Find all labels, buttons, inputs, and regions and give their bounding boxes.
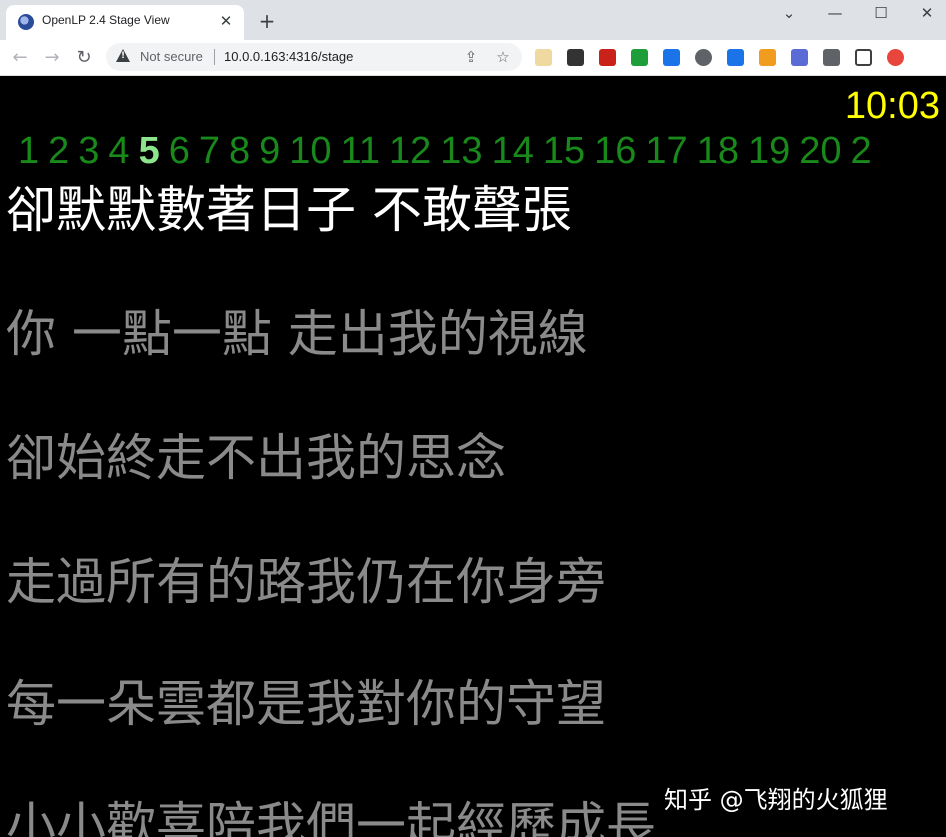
back-icon[interactable]: ← [8, 46, 32, 70]
extension-incognito-icon[interactable] [567, 49, 584, 66]
minimize-icon[interactable]: — [820, 4, 850, 22]
address-bar[interactable]: Not secure 10.0.0.163:4316/stage ⇪ ☆ [106, 43, 522, 71]
tab-title: OpenLP 2.4 Stage View [42, 13, 170, 27]
slide-number[interactable]: 5 [139, 130, 160, 172]
extension-translate-icon[interactable] [663, 49, 680, 66]
bookmark-star-icon[interactable]: ☆ [493, 47, 513, 67]
share-icon[interactable]: ⇪ [461, 47, 481, 67]
slide-number[interactable]: 1 [18, 130, 39, 172]
slide-number[interactable]: 15 [543, 130, 585, 172]
forward-icon[interactable]: → [40, 46, 64, 70]
slide-number-bar: 1 2 3 4 5 6 7 8 9 10 11 12 13 14 15 16 17 18 19 20 2 [18, 129, 881, 173]
reload-icon[interactable]: ↻ [72, 46, 96, 70]
next-slide-line: 小小歡喜陪我們一起經歷成長 [6, 797, 656, 837]
current-slide-text: 卻默默數著日子 不敢聲張 [6, 181, 572, 239]
slide-number[interactable]: 6 [169, 130, 190, 172]
next-slide-line: 卻始終走不出我的思念 [6, 429, 506, 487]
new-tab-icon[interactable]: + [256, 10, 278, 32]
maximize-icon[interactable]: ☐ [866, 4, 896, 22]
warning-icon[interactable] [116, 49, 130, 62]
omnibox-divider [214, 49, 215, 65]
slide-number[interactable]: 16 [594, 130, 636, 172]
slide-number[interactable]: 10 [289, 130, 331, 172]
openlp-favicon-icon [18, 14, 34, 30]
extension-save-icon[interactable] [727, 49, 744, 66]
browser-tab[interactable]: OpenLP 2.4 Stage View ✕ [6, 5, 244, 40]
clock: 10:03 [844, 85, 940, 127]
extension-sync-icon[interactable] [695, 49, 712, 66]
slide-number[interactable]: 19 [748, 130, 790, 172]
slide-number[interactable]: 8 [229, 130, 250, 172]
slide-number[interactable]: 14 [492, 130, 534, 172]
slide-number[interactable]: 4 [108, 130, 129, 172]
next-slide-line: 每一朵雲都是我對你的守望 [6, 675, 606, 733]
slide-number[interactable]: 12 [389, 130, 431, 172]
slide-number[interactable]: 13 [440, 130, 482, 172]
tab-strip: OpenLP 2.4 Stage View ✕ + ⌄ — ☐ ✕ [0, 0, 946, 40]
extension-goose-icon[interactable] [535, 49, 552, 66]
slide-number[interactable]: 18 [697, 130, 739, 172]
browser-toolbar: ← → ↻ Not secure 10.0.0.163:4316/stage ⇪… [0, 40, 946, 76]
stage-view: 10:03 1 2 3 4 5 6 7 8 9 10 11 12 13 14 15 16 17 18 19 20 2 卻… [0, 76, 946, 837]
slide-number[interactable]: 7 [199, 130, 220, 172]
slide-number[interactable]: 2 [851, 130, 872, 172]
slide-number[interactable]: 20 [799, 130, 841, 172]
slide-number[interactable]: 11 [341, 130, 380, 172]
profile-avatar-icon[interactable] [887, 49, 904, 66]
tab-search-icon[interactable]: ⌄ [774, 4, 804, 22]
slide-number[interactable]: 2 [48, 130, 69, 172]
url-text[interactable]: 10.0.0.163:4316/stage [224, 49, 353, 64]
extension-red-square-icon[interactable] [599, 49, 616, 66]
side-panel-icon[interactable] [855, 49, 872, 66]
next-slide-line: 走過所有的路我仍在你身旁 [6, 553, 606, 611]
slide-number[interactable]: 9 [259, 130, 280, 172]
tab-close-icon[interactable]: ✕ [216, 11, 236, 31]
slide-number[interactable]: 3 [78, 130, 99, 172]
watermark: 知乎 @飞翔的火狐狸 [664, 786, 888, 814]
next-slide-line: 你 一點一點 走出我的視線 [6, 305, 588, 363]
window-close-icon[interactable]: ✕ [912, 4, 942, 22]
extensions-puzzle-icon[interactable] [823, 49, 840, 66]
security-label[interactable]: Not secure [140, 49, 203, 64]
extension-layers-icon[interactable] [759, 49, 776, 66]
slide-number[interactable]: 17 [645, 130, 687, 172]
extension-download-icon[interactable] [631, 49, 648, 66]
extension-storage-icon[interactable] [791, 49, 808, 66]
